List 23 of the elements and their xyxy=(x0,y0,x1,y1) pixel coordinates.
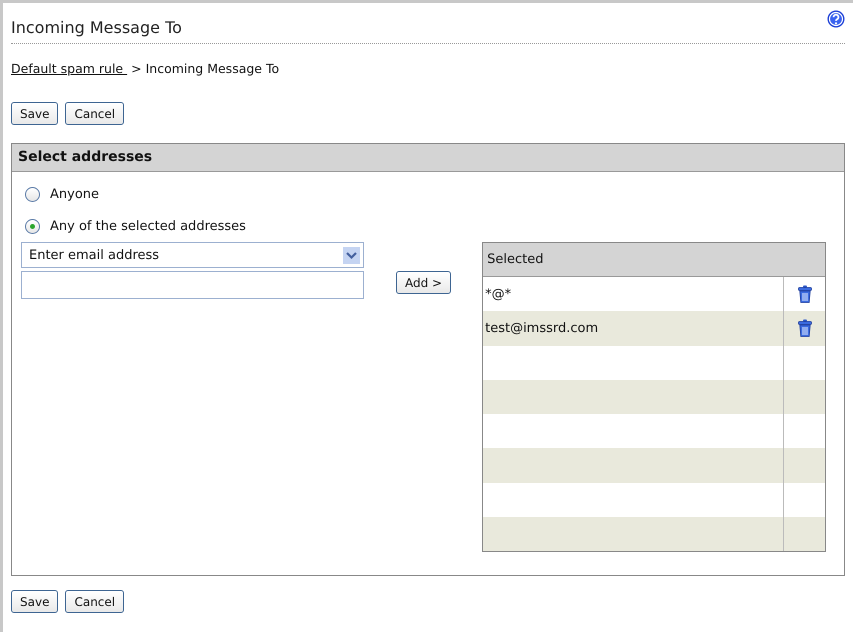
radio-button[interactable] xyxy=(25,186,40,202)
radio-label: Any of the selected addresses xyxy=(50,218,246,234)
save-button[interactable]: Save xyxy=(11,590,58,613)
email-input-field[interactable] xyxy=(21,271,364,299)
radio-label: Anyone xyxy=(50,186,100,202)
breadcrumb-current: Incoming Message To xyxy=(146,61,280,76)
page-title: Incoming Message To xyxy=(11,16,182,36)
save-button[interactable]: Save xyxy=(11,102,58,125)
breadcrumb-separator: > xyxy=(131,61,142,76)
list-header: Selected xyxy=(483,243,826,277)
add-button[interactable]: Add > xyxy=(396,271,452,294)
help-icon[interactable] xyxy=(827,10,845,28)
cancel-button[interactable]: Cancel xyxy=(65,102,124,125)
address-text: *@* xyxy=(485,286,512,302)
caret-icon xyxy=(343,246,360,264)
trash-icon[interactable] xyxy=(798,319,812,338)
breadcrumb-link[interactable]: Default spam rule xyxy=(11,61,128,76)
cancel-button[interactable]: Cancel xyxy=(65,590,124,613)
address-type-dropdown[interactable]: Enter email address xyxy=(21,242,364,268)
radio-button[interactable] xyxy=(25,218,40,234)
trash-icon[interactable] xyxy=(798,285,812,304)
address-text: test@imssrd.com xyxy=(485,320,598,336)
panel-header: Select addresses xyxy=(12,144,844,172)
